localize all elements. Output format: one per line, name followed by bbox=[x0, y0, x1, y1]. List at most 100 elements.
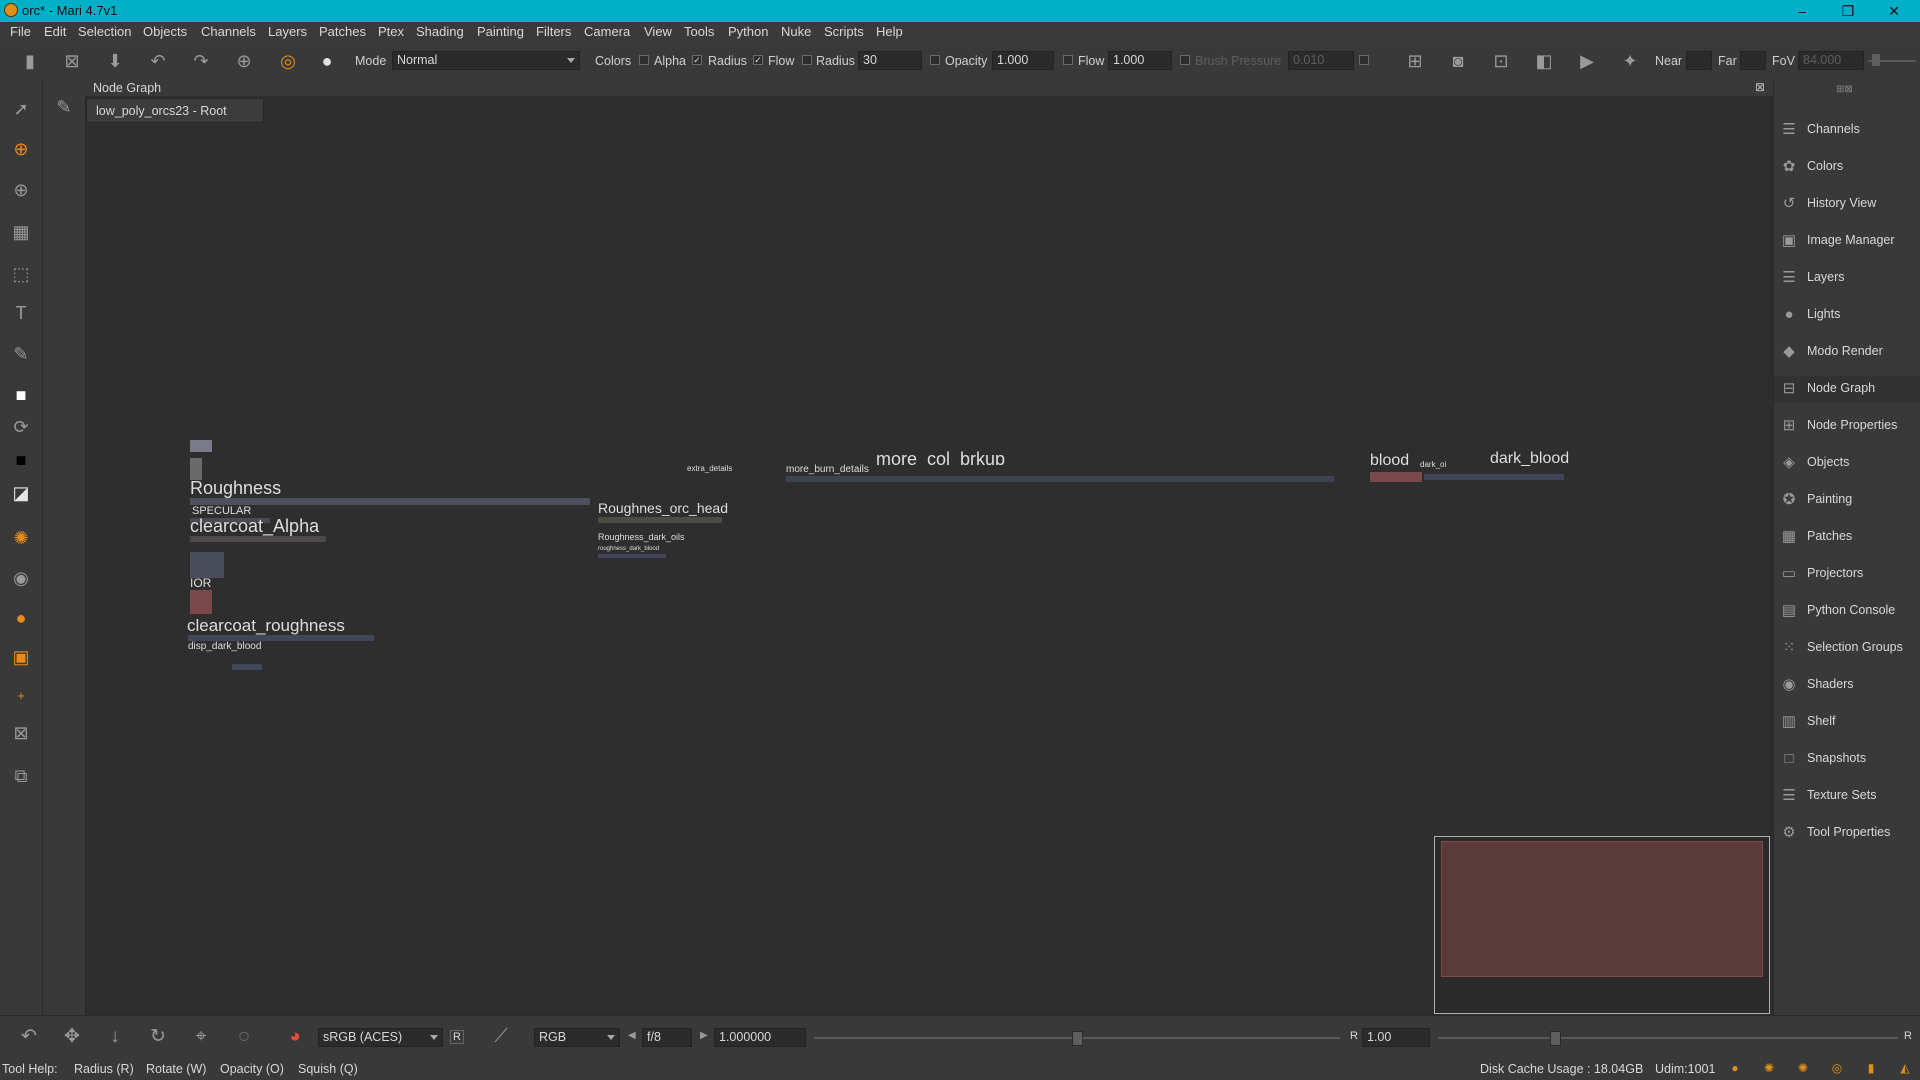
active-layer-icon[interactable]: ▣ bbox=[10, 646, 32, 668]
node-graph-minimap[interactable] bbox=[1434, 836, 1770, 1014]
undo-icon[interactable]: ↶ bbox=[18, 1026, 40, 1048]
sidebar-item-objects[interactable]: ◈ Objects bbox=[1774, 450, 1920, 476]
menu-shading[interactable]: Shading bbox=[416, 24, 464, 39]
menu-scripts[interactable]: Scripts bbox=[824, 24, 864, 39]
colorspace-dropdown[interactable]: sRGB (ACES) bbox=[318, 1028, 443, 1047]
sidebar-item-image-manager[interactable]: ▣ Image Manager bbox=[1774, 228, 1920, 254]
panel-float-icon[interactable]: ⊞⊠ bbox=[1836, 84, 1853, 95]
default-colors-icon[interactable]: ◪ bbox=[10, 482, 32, 504]
node-bar[interactable] bbox=[232, 664, 262, 670]
curve-icon[interactable]: ⟋ bbox=[490, 1026, 512, 1048]
node-label-ior[interactable]: IOR bbox=[190, 576, 211, 590]
shading-icon[interactable]: ◧ bbox=[1534, 51, 1554, 71]
opacity-checkbox[interactable] bbox=[930, 55, 940, 65]
node-label-blood[interactable]: blood bbox=[1370, 452, 1409, 468]
lasso-icon[interactable]: ◌ bbox=[233, 1026, 255, 1048]
node-label-disp-dark-blood[interactable]: disp_dark_blood bbox=[188, 641, 261, 652]
gain-slider-handle[interactable] bbox=[1072, 1031, 1083, 1046]
transform-icon[interactable]: ⌖ bbox=[190, 1026, 212, 1048]
status-meter-icon[interactable]: ▮ bbox=[1864, 1061, 1878, 1075]
node[interactable] bbox=[190, 458, 202, 480]
sidebar-item-tool-properties[interactable]: ⚙ Tool Properties bbox=[1774, 820, 1920, 846]
pen-tool-icon[interactable]: ✎ bbox=[10, 343, 32, 365]
menu-objects[interactable]: Objects bbox=[143, 24, 187, 39]
radius-enable-checkbox[interactable] bbox=[802, 55, 812, 65]
move-icon[interactable]: ✥ bbox=[61, 1026, 83, 1048]
node-bar[interactable] bbox=[1424, 474, 1564, 480]
color-wheel-icon[interactable]: ◕ bbox=[284, 1026, 306, 1048]
menu-python[interactable]: Python bbox=[728, 24, 768, 39]
menu-patches[interactable]: Patches bbox=[319, 24, 366, 39]
sidebar-item-history-view[interactable]: ↺ History View bbox=[1774, 191, 1920, 217]
colorspace-r-button[interactable]: R bbox=[450, 1030, 464, 1044]
alpha-checkbox[interactable] bbox=[639, 55, 649, 65]
node-label-roughness-dark-blood[interactable]: roughness_dark_blood bbox=[598, 546, 659, 552]
sidebar-item-layers[interactable]: ☰ Layers bbox=[1774, 265, 1920, 291]
menu-channels[interactable]: Channels bbox=[201, 24, 256, 39]
fstop-decrease-icon[interactable]: ◀ bbox=[628, 1030, 636, 1041]
grid-tool-icon[interactable]: ▦ bbox=[10, 221, 32, 243]
node[interactable] bbox=[190, 440, 212, 452]
gain-field[interactable]: 1.000000 bbox=[714, 1028, 806, 1047]
gamma-field[interactable]: 1.00 bbox=[1362, 1028, 1430, 1047]
menu-layers[interactable]: Layers bbox=[268, 24, 307, 39]
node-label-roughness[interactable]: Roughness bbox=[190, 478, 281, 499]
node-label-extra-details[interactable]: extra_details bbox=[687, 464, 732, 473]
panel-close-icon[interactable]: ⊠ bbox=[1755, 80, 1765, 94]
brush-icon[interactable]: ● bbox=[317, 51, 337, 71]
sidebar-item-node-properties[interactable]: ⊞ Node Properties bbox=[1774, 413, 1920, 439]
restore-button[interactable]: ❐ bbox=[1826, 0, 1870, 22]
flow-enable-checkbox[interactable] bbox=[1063, 55, 1073, 65]
undo-paint-icon[interactable]: ↶ bbox=[148, 51, 168, 71]
sidebar-item-shaders[interactable]: ◉ Shaders bbox=[1774, 672, 1920, 698]
fov-slider-handle[interactable] bbox=[1872, 54, 1880, 66]
clear-icon[interactable]: ⊠ bbox=[62, 51, 82, 71]
sidebar-item-snapshots[interactable]: □ Snapshots bbox=[1774, 746, 1920, 772]
rotate-icon[interactable]: ↻ bbox=[147, 1026, 169, 1048]
node-pen-icon[interactable]: ✎ bbox=[53, 96, 75, 118]
sidebar-item-projectors[interactable]: ▭ Projectors bbox=[1774, 561, 1920, 587]
gamma-slider[interactable] bbox=[1438, 1037, 1898, 1039]
close-button[interactable]: ✕ bbox=[1872, 0, 1916, 22]
viewport-split-icon[interactable]: ⊞ bbox=[1405, 51, 1425, 71]
brush-pressure-field[interactable]: 0.010 bbox=[1288, 51, 1354, 70]
minimap-viewport[interactable] bbox=[1441, 841, 1763, 977]
sidebar-item-node-graph[interactable]: ⊟ Node Graph bbox=[1774, 376, 1920, 402]
node-label-more-burn-details[interactable]: more_burn_details bbox=[786, 464, 869, 475]
opacity-field[interactable]: 1.000 bbox=[992, 51, 1054, 70]
menu-nuke[interactable]: Nuke bbox=[781, 24, 811, 39]
shader-sphere-icon[interactable]: ● bbox=[10, 607, 32, 629]
channel-dropdown[interactable]: RGB bbox=[534, 1028, 620, 1047]
radius-checkbox[interactable]: ✓ bbox=[692, 55, 702, 65]
bake-box-icon[interactable]: ⊠ bbox=[10, 722, 32, 744]
marquee-select-icon[interactable]: ⬚ bbox=[10, 263, 32, 285]
foreground-color-icon[interactable]: ■ bbox=[10, 384, 32, 406]
node-bar[interactable] bbox=[598, 554, 666, 558]
far-field[interactable] bbox=[1740, 51, 1766, 70]
sidebar-item-painting[interactable]: ✪ Painting bbox=[1774, 487, 1920, 513]
node-label-clearcoat-roughness[interactable]: clearcoat_roughness bbox=[187, 616, 345, 636]
fov-field[interactable]: 84.000 bbox=[1798, 51, 1864, 70]
text-tool-icon[interactable]: T bbox=[10, 302, 32, 324]
node-label-roughnes-orc-head[interactable]: Roughnes_orc_head bbox=[598, 500, 728, 516]
sidebar-item-patches[interactable]: ▦ Patches bbox=[1774, 524, 1920, 550]
projection-icon[interactable]: ⊕ bbox=[234, 51, 254, 71]
bake-icon[interactable]: ⬇ bbox=[105, 51, 125, 71]
add-icon[interactable]: + bbox=[10, 685, 32, 707]
status-sphere-icon[interactable]: ● bbox=[1728, 1061, 1742, 1075]
flow-field[interactable]: 1.000 bbox=[1108, 51, 1172, 70]
node[interactable] bbox=[190, 552, 224, 578]
status-alert-icon[interactable]: ◭ bbox=[1898, 1061, 1912, 1075]
sidebar-item-modo-render[interactable]: ◆ Modo Render bbox=[1774, 339, 1920, 365]
down-arrow-icon[interactable]: ↓ bbox=[104, 1026, 126, 1048]
frame-icon[interactable]: ⧉ bbox=[10, 765, 32, 787]
sidebar-item-python-console[interactable]: ▤ Python Console bbox=[1774, 598, 1920, 624]
minimize-button[interactable]: – bbox=[1780, 0, 1824, 22]
target-icon[interactable]: ◎ bbox=[278, 51, 298, 71]
menu-file[interactable]: File bbox=[10, 24, 31, 39]
sidebar-item-lights[interactable]: ● Lights bbox=[1774, 302, 1920, 328]
sidebar-item-colors[interactable]: ✿ Colors bbox=[1774, 154, 1920, 180]
tab-root[interactable]: low_poly_orcs23 - Root bbox=[86, 98, 264, 123]
lights-toggle-icon[interactable]: ✦ bbox=[1620, 51, 1640, 71]
node[interactable] bbox=[190, 590, 212, 614]
